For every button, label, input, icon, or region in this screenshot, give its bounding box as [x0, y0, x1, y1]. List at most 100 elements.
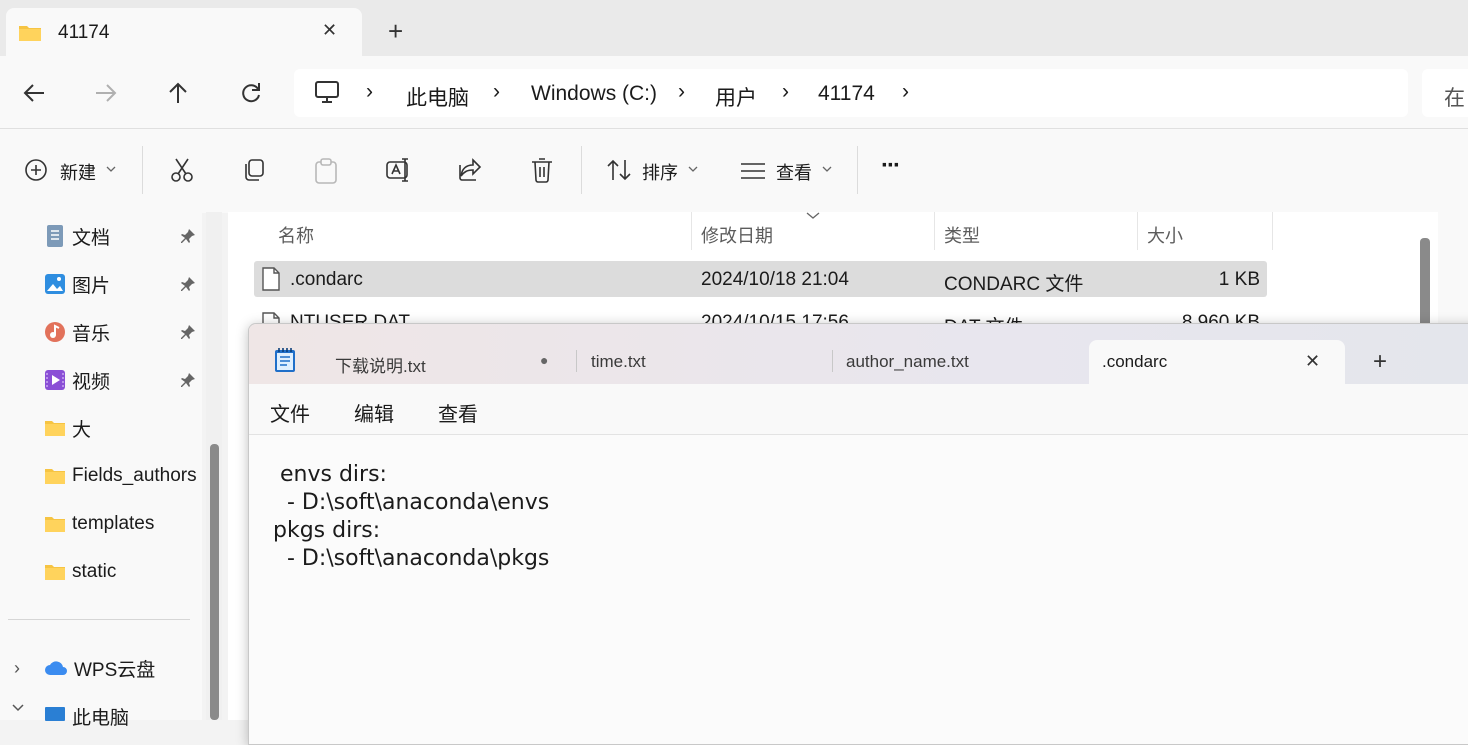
chevron-down-icon[interactable] — [106, 166, 116, 172]
sidebar-item-label: 音乐 — [72, 323, 111, 345]
file-modified: 2024/10/18 21:04 — [701, 269, 849, 290]
folder-icon — [44, 563, 66, 581]
sidebar-item-label: templates — [72, 513, 155, 534]
chevron-right-icon[interactable]: › — [782, 80, 789, 104]
sidebar-scroll-thumb[interactable] — [210, 444, 219, 720]
music-icon — [44, 321, 66, 343]
column-divider[interactable] — [934, 212, 935, 250]
chevron-right-icon[interactable]: › — [902, 80, 909, 104]
sidebar-item-wps-cloud[interactable]: WPS云盘 — [44, 656, 155, 681]
sidebar-folder-item[interactable]: static — [44, 560, 116, 584]
computer-icon — [44, 706, 66, 726]
column-divider[interactable] — [1137, 212, 1138, 250]
cut-icon[interactable] — [169, 157, 195, 183]
column-header-modified[interactable]: 修改日期 — [701, 222, 773, 248]
plus-circle-icon[interactable] — [24, 158, 48, 182]
text-line: - D:\soft\anaconda\pkgs — [273, 546, 550, 571]
sidebar-item-music[interactable]: 音乐 — [44, 320, 111, 345]
up-arrow-icon[interactable] — [167, 81, 189, 105]
text-line: - D:\soft\anaconda\envs — [273, 490, 550, 515]
share-icon[interactable] — [457, 157, 483, 183]
column-divider[interactable] — [1272, 212, 1273, 250]
sidebar-item-this-pc[interactable]: 此电脑 — [44, 704, 130, 729]
sidebar-folder-item[interactable]: templates — [44, 512, 154, 536]
view-list-icon[interactable] — [740, 162, 766, 180]
menu-file[interactable]: 文件 — [270, 398, 310, 427]
sort-button[interactable]: 排序 — [642, 159, 678, 185]
close-tab-icon[interactable]: ✕ — [322, 20, 337, 41]
file-type: CONDARC 文件 — [944, 274, 1084, 295]
chevron-right-icon[interactable]: › — [493, 80, 500, 104]
text-line: pkgs dirs: — [273, 518, 381, 543]
notepad-window: 下载说明.txt ● time.txt author_name.txt .con… — [248, 323, 1468, 745]
menu-view[interactable]: 查看 — [438, 398, 478, 427]
copy-icon[interactable] — [241, 157, 267, 183]
menu-edit[interactable]: 编辑 — [354, 398, 394, 427]
chevron-right-icon[interactable]: › — [366, 80, 373, 104]
divider — [857, 146, 858, 194]
explorer-tab-title: 41174 — [58, 22, 110, 43]
folder-icon — [18, 24, 42, 42]
folder-icon — [44, 515, 66, 533]
chevron-down-icon[interactable] — [822, 166, 832, 172]
cloud-icon — [44, 659, 68, 677]
column-header-name[interactable]: 名称 — [278, 222, 314, 248]
search-placeholder: 在 — [1444, 87, 1465, 110]
pin-icon[interactable] — [180, 372, 196, 388]
close-tab-icon[interactable]: ✕ — [1305, 351, 1320, 372]
sidebar-item-label: 视频 — [72, 371, 111, 393]
tab-divider — [832, 350, 833, 372]
delete-icon[interactable] — [530, 157, 554, 183]
pin-icon[interactable] — [180, 228, 196, 244]
sidebar-item-label: 图片 — [72, 275, 111, 297]
sidebar-item-label: 此电脑 — [72, 707, 130, 729]
computer-icon — [314, 80, 340, 104]
sidebar-item-label: Fields_authors — [72, 465, 197, 486]
command-bar — [0, 128, 1468, 213]
sidebar-folder-item[interactable]: Fields_authors — [44, 464, 197, 488]
file-icon — [262, 267, 280, 291]
view-button[interactable]: 查看 — [776, 159, 812, 185]
breadcrumb-drive[interactable]: Windows (C:) — [531, 82, 657, 106]
sidebar-item-videos[interactable]: 视频 — [44, 368, 111, 393]
column-divider[interactable] — [691, 212, 692, 250]
folder-icon — [44, 419, 66, 437]
pictures-icon — [44, 273, 66, 295]
tab-divider — [576, 350, 577, 372]
file-size: 1 KB — [1218, 269, 1260, 290]
document-icon — [44, 224, 66, 248]
new-tab-icon[interactable]: + — [1373, 348, 1387, 376]
chevron-down-icon[interactable] — [12, 704, 24, 712]
forward-arrow-icon[interactable] — [94, 82, 118, 104]
sidebar-item-label: static — [72, 561, 117, 582]
sort-indicator-icon — [806, 212, 820, 220]
breadcrumb-users[interactable]: 用户 — [715, 82, 757, 112]
column-header-type[interactable]: 类型 — [944, 222, 980, 248]
sidebar-divider — [8, 619, 190, 620]
column-header-size[interactable]: 大小 — [1147, 222, 1183, 248]
new-tab-icon[interactable]: + — [388, 16, 403, 47]
chevron-right-icon[interactable]: › — [14, 658, 20, 679]
more-options-icon[interactable]: ··· — [881, 152, 901, 180]
pin-icon[interactable] — [180, 276, 196, 292]
unsaved-dot-icon: ● — [540, 352, 549, 368]
sidebar-folder-item[interactable]: 大 — [44, 416, 91, 441]
sidebar-item-documents[interactable]: 文档 — [44, 224, 111, 249]
rename-icon[interactable] — [385, 157, 413, 183]
file-list-scroll-thumb[interactable] — [1420, 238, 1430, 328]
sidebar-item-pictures[interactable]: 图片 — [44, 272, 111, 297]
text-editor[interactable] — [249, 435, 1468, 744]
chevron-down-icon[interactable] — [688, 166, 698, 172]
sort-icon[interactable] — [606, 158, 632, 182]
breadcrumb-user-folder[interactable]: 41174 — [818, 82, 875, 106]
pin-icon[interactable] — [180, 324, 196, 340]
paste-icon[interactable] — [313, 157, 339, 185]
refresh-icon[interactable] — [239, 81, 263, 105]
sidebar-item-label: 文档 — [72, 227, 111, 249]
new-button[interactable]: 新建 — [60, 159, 96, 185]
notepad-icon — [273, 347, 297, 373]
breadcrumb-this-pc[interactable]: 此电脑 — [406, 82, 469, 112]
divider — [142, 146, 143, 194]
chevron-right-icon[interactable]: › — [678, 80, 685, 104]
back-arrow-icon[interactable] — [22, 82, 46, 104]
